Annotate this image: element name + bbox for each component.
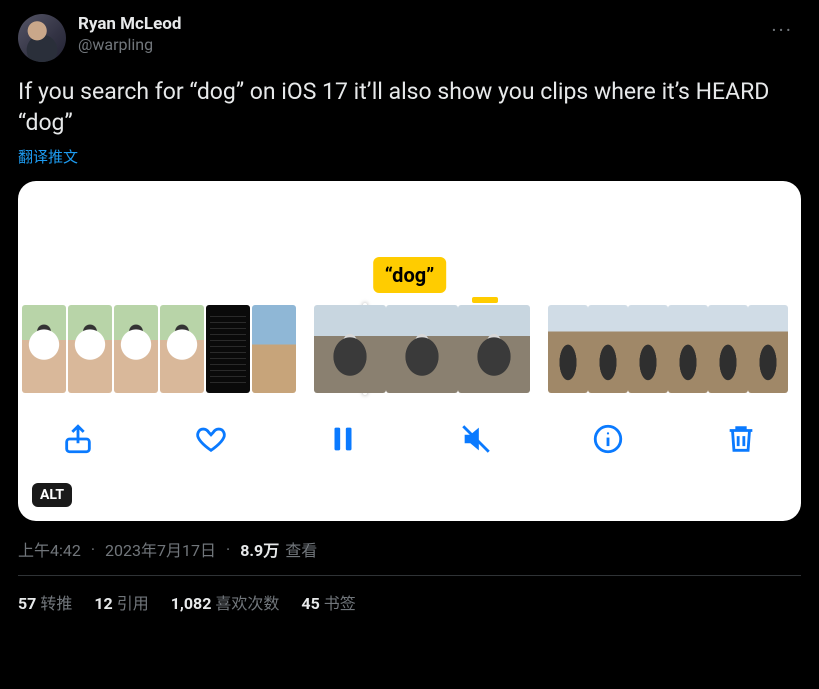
author-block[interactable]: Ryan McLeod @warpling xyxy=(78,14,181,55)
caption-marker xyxy=(472,297,498,303)
pause-icon xyxy=(326,422,360,456)
trash-button[interactable] xyxy=(719,417,763,461)
likes-count: 1,082 xyxy=(171,594,212,613)
likes-label: 喜欢次数 xyxy=(215,594,279,613)
clip-frame xyxy=(160,305,204,393)
clip-frame xyxy=(708,305,748,393)
share-button[interactable] xyxy=(56,417,100,461)
clip-frame xyxy=(668,305,708,393)
clip-group-3 xyxy=(548,305,788,395)
views-count: 8.9万 xyxy=(240,537,279,561)
clip-frame xyxy=(68,305,112,393)
tweet-text: If you search for “dog” on iOS 17 it’ll … xyxy=(18,76,801,138)
stat-bookmarks[interactable]: 45 书签 xyxy=(301,590,355,614)
clip-frame xyxy=(748,305,788,393)
quotes-label: 引用 xyxy=(117,594,149,613)
caption-tag: “dog” xyxy=(373,257,447,293)
author-handle: @warpling xyxy=(78,35,181,55)
meta-separator xyxy=(87,540,99,559)
clip-frame xyxy=(22,305,66,393)
tweet-time[interactable]: 上午4:42 xyxy=(18,537,81,561)
avatar[interactable] xyxy=(18,14,66,62)
tweet-container: Ryan McLeod @warpling ··· If you search … xyxy=(0,0,819,614)
retweets-label: 转推 xyxy=(40,594,72,613)
clip-frame xyxy=(386,305,458,393)
clip-frame xyxy=(314,305,386,393)
speaker-muted-icon xyxy=(459,422,493,456)
bookmarks-count: 45 xyxy=(301,594,319,613)
mute-button[interactable] xyxy=(454,417,498,461)
clip-frame xyxy=(588,305,628,393)
clip-group-2 xyxy=(314,305,530,395)
stat-retweets[interactable]: 57转推 xyxy=(18,590,72,614)
clip-frame xyxy=(114,305,158,393)
retweets-count: 57 xyxy=(18,594,36,613)
clip-frame xyxy=(206,305,250,393)
clip-timeline[interactable] xyxy=(18,305,801,395)
views-label: 查看 xyxy=(285,537,317,561)
media-card[interactable]: “dog” xyxy=(18,181,801,521)
info-button[interactable] xyxy=(586,417,630,461)
tweet-header: Ryan McLeod @warpling ··· xyxy=(18,14,801,62)
clip-frame xyxy=(548,305,588,393)
info-icon xyxy=(591,422,625,456)
pause-button[interactable] xyxy=(321,417,365,461)
bookmarks-label: 书签 xyxy=(324,594,356,613)
tweet-meta: 上午4:42 2023年7月17日 8.9万 查看 xyxy=(18,537,801,561)
stat-quotes[interactable]: 12 引用 xyxy=(94,590,148,614)
author-display-name: Ryan McLeod xyxy=(78,14,181,35)
media-toolbar xyxy=(18,395,801,461)
more-button[interactable]: ··· xyxy=(763,14,801,46)
clip-group-1 xyxy=(22,305,296,395)
share-icon xyxy=(61,422,95,456)
quotes-count: 12 xyxy=(94,594,112,613)
stat-likes[interactable]: 1,082喜欢次数 xyxy=(171,590,280,614)
clip-frame xyxy=(458,305,530,393)
tweet-date[interactable]: 2023年7月17日 xyxy=(105,537,216,561)
clip-frame xyxy=(252,305,296,393)
heart-icon xyxy=(194,422,228,456)
meta-separator xyxy=(222,540,234,559)
alt-badge[interactable]: ALT xyxy=(32,483,72,507)
trash-icon xyxy=(724,422,758,456)
translate-link[interactable]: 翻译推文 xyxy=(18,146,801,167)
stats-row: 57转推 12 引用 1,082喜欢次数 45 书签 xyxy=(18,576,801,614)
like-button[interactable] xyxy=(189,417,233,461)
clip-frame xyxy=(628,305,668,393)
media-top-area: “dog” xyxy=(18,181,801,305)
